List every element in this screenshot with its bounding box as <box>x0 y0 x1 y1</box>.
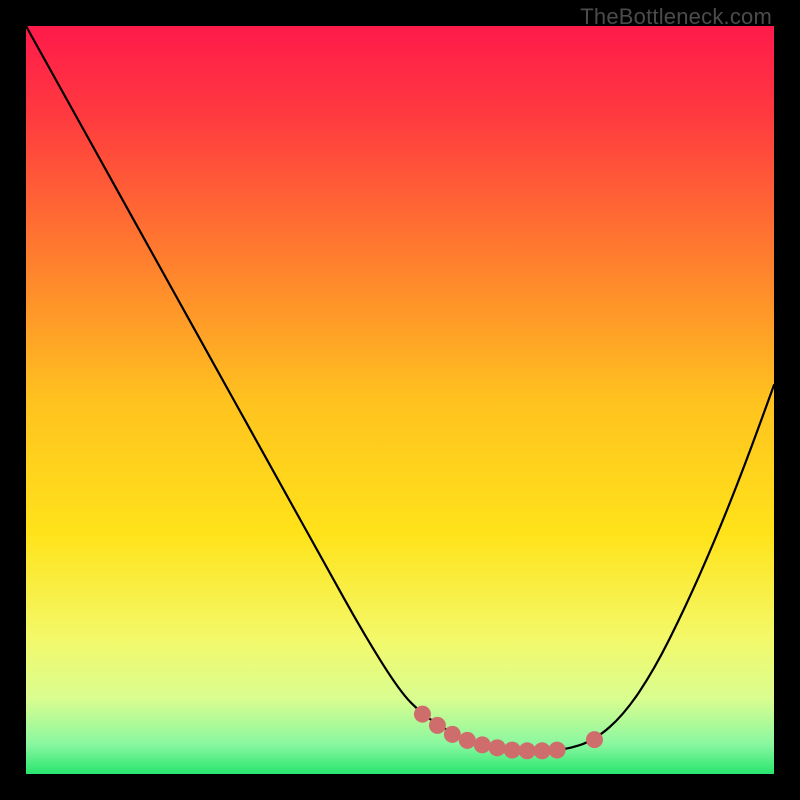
optimal-range-markers <box>414 706 603 760</box>
marker-dot <box>474 736 491 753</box>
marker-dot <box>489 739 506 756</box>
marker-dot <box>459 732 476 749</box>
marker-dot <box>549 742 566 759</box>
chart-stage: TheBottleneck.com <box>0 0 800 800</box>
marker-dot <box>429 717 446 734</box>
plot-area <box>26 26 774 774</box>
marker-dot <box>504 742 521 759</box>
marker-dot <box>414 706 431 723</box>
marker-dot <box>444 726 461 743</box>
bottleneck-curve <box>26 26 774 751</box>
marker-dot <box>534 742 551 759</box>
watermark-text: TheBottleneck.com <box>580 4 772 30</box>
marker-dot <box>519 742 536 759</box>
curve-layer <box>26 26 774 774</box>
marker-dot <box>586 731 603 748</box>
